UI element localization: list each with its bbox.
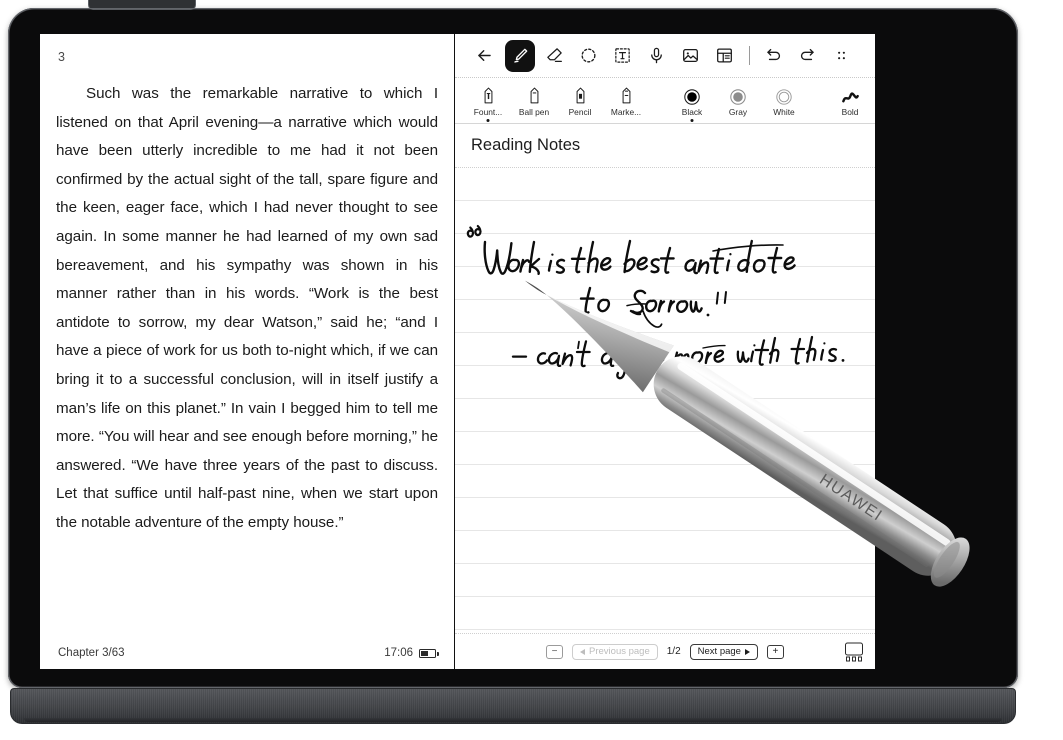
pencil-icon: [574, 86, 587, 105]
triangle-right-icon: [745, 649, 750, 655]
pen-color-white[interactable]: White: [761, 84, 807, 117]
back-arrow-icon[interactable]: [469, 40, 499, 72]
zoom-out-button[interactable]: −: [546, 645, 563, 659]
note-pager-bar: − Previous page 1/2 Next page +: [455, 633, 875, 669]
battery-icon: [419, 649, 436, 658]
marker-icon: [620, 86, 633, 105]
pen-width-bold[interactable]: Bold: [827, 84, 873, 117]
fountain-pen-icon: [482, 86, 495, 105]
zoom-in-button[interactable]: +: [767, 645, 784, 659]
ball-pen-icon: [528, 86, 541, 105]
pen-color-label: Gray: [729, 107, 747, 117]
previous-page-label: Previous page: [589, 646, 650, 657]
pen-type-label: Marke...: [611, 107, 641, 117]
note-title-bar[interactable]: Reading Notes: [455, 124, 875, 168]
reader-footer: Chapter 3/63 17:06: [40, 647, 454, 659]
device-top-nub: [88, 0, 196, 10]
stroke-bold-icon: [841, 86, 860, 105]
ink-open-quote: [468, 226, 481, 236]
ink-line-3: [513, 337, 844, 378]
pen-type-fountain[interactable]: Fount...: [465, 84, 511, 117]
pen-type-marker[interactable]: Marke...: [603, 84, 649, 117]
ink-line-1: [485, 241, 795, 274]
ebook-reader-pane[interactable]: 3 Such was the remarkable narrative to w…: [40, 34, 455, 669]
lasso-select-tool-icon[interactable]: [573, 40, 603, 72]
pen-width-mid[interactable]: Mid: [873, 84, 875, 117]
status-cluster: 17:06: [384, 647, 436, 659]
page-number: 3: [58, 50, 438, 64]
previous-page-button[interactable]: Previous page: [572, 644, 658, 660]
pen-type-label: Pencil: [569, 107, 592, 117]
pen-type-ball-pen[interactable]: Ball pen: [511, 84, 557, 117]
handwriting-ink-layer: [455, 168, 875, 633]
pen-color-label: White: [773, 107, 794, 117]
ink-line-2: [581, 288, 726, 327]
next-page-label: Next page: [698, 646, 741, 657]
thumbnails-screen-icon: [845, 642, 863, 655]
pen-width-group: Bold Mid: [827, 84, 875, 117]
page-indicator: 1/2: [667, 646, 681, 657]
notes-pane: Fount... Ball pen: [455, 34, 875, 669]
color-swatch-black-icon: [684, 86, 700, 105]
pen-color-label: Black: [682, 107, 702, 117]
more-options-button-icon[interactable]: [827, 40, 857, 72]
eraser-tool-icon[interactable]: [539, 40, 569, 72]
clock-time: 17:06: [384, 647, 413, 659]
pen-color-group: Black Gray: [669, 84, 807, 117]
template-layout-tool-icon[interactable]: [710, 40, 740, 72]
note-canvas[interactable]: [455, 168, 875, 633]
pen-width-label: Bold: [842, 107, 859, 117]
next-page-button[interactable]: Next page: [690, 644, 758, 660]
pen-type-label: Ball pen: [519, 107, 549, 117]
voice-record-tool-icon[interactable]: [641, 40, 671, 72]
selected-indicator-dot: [487, 119, 490, 122]
page-thumbnails-button[interactable]: [845, 642, 863, 661]
redo-button-icon[interactable]: [793, 40, 823, 72]
notes-toolbar: [455, 34, 875, 78]
book-paragraph: Such was the remarkable narrative to whi…: [56, 85, 438, 531]
chapter-indicator: Chapter 3/63: [58, 647, 125, 659]
pen-type-label: Fount...: [474, 107, 502, 117]
pen-color-gray[interactable]: Gray: [715, 84, 761, 117]
color-swatch-white-icon: [776, 86, 792, 105]
pen-color-black[interactable]: Black: [669, 84, 715, 117]
pen-type-pencil[interactable]: Pencil: [557, 84, 603, 117]
pen-tool-icon[interactable]: [505, 40, 535, 72]
device-base-stand: [10, 688, 1016, 724]
triangle-left-icon: [580, 649, 585, 655]
toolbar-divider: [749, 46, 750, 65]
note-title: Reading Notes: [471, 136, 580, 155]
thumbnails-pages-icon: [846, 657, 863, 662]
device-screen: 3 Such was the remarkable narrative to w…: [40, 34, 875, 669]
undo-button-icon[interactable]: [759, 40, 789, 72]
screenshot-scene: 3 Such was the remarkable narrative to w…: [0, 0, 1063, 740]
book-body-text: Such was the remarkable narrative to whi…: [56, 80, 438, 538]
insert-image-tool-icon[interactable]: [676, 40, 706, 72]
color-swatch-gray-icon: [730, 86, 746, 105]
pen-options-toolbar: Fount... Ball pen: [455, 78, 875, 124]
selected-indicator-dot: [691, 119, 694, 122]
text-box-tool-icon[interactable]: [607, 40, 637, 72]
pen-type-group: Fount... Ball pen: [465, 84, 649, 117]
